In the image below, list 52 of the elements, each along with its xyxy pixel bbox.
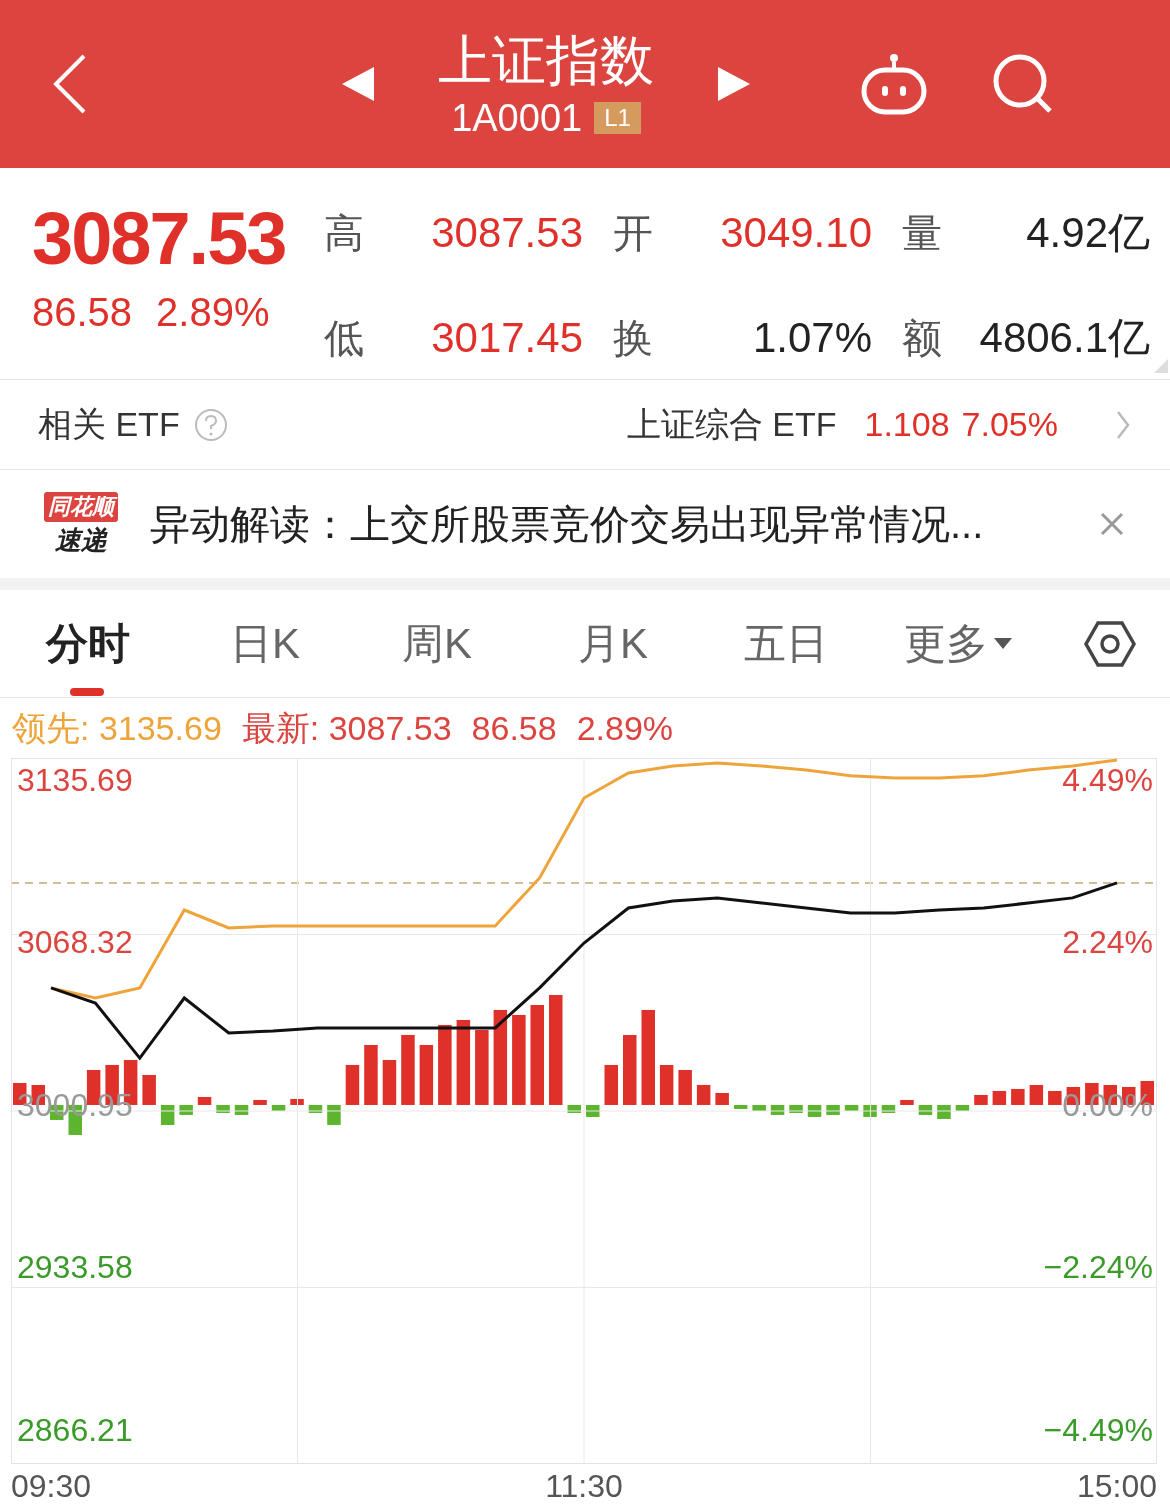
- etf-name[interactable]: 上证综合 ETF: [626, 399, 837, 450]
- stat-label: 开: [613, 209, 654, 257]
- y-axis-label: 3135.69: [17, 760, 133, 800]
- news-headline[interactable]: 异动解读：上交所股票竞价交易出现异常情况...: [150, 494, 984, 554]
- chart-tab[interactable]: 日K: [230, 589, 402, 698]
- stat-value: 3049.10: [720, 207, 872, 258]
- stat-label: 换: [613, 315, 654, 363]
- etf-label: 相关 ETF: [38, 404, 180, 445]
- etf-price: 1.108: [864, 404, 950, 445]
- stock-code: 1A0001: [451, 96, 583, 140]
- stat-value: 4.92亿: [1026, 207, 1150, 258]
- logo-text: 同花顺: [44, 492, 118, 522]
- stat-value: 3087.53: [431, 207, 583, 258]
- chart-tab[interactable]: 更多: [904, 589, 1034, 698]
- logo-text: 速递: [55, 524, 107, 556]
- time-axis-label: 09:30: [10, 1467, 92, 1506]
- price-change: 86.58: [32, 289, 133, 336]
- y-axis-label: 2933.58: [17, 1248, 133, 1288]
- chart-tab[interactable]: 分时: [46, 589, 230, 698]
- next-icon[interactable]: [716, 65, 752, 103]
- y-axis-label: 2866.21: [17, 1410, 133, 1450]
- previous-icon[interactable]: [340, 65, 376, 103]
- close-icon[interactable]: [1100, 512, 1124, 536]
- caret-icon: [994, 637, 1012, 650]
- chart-tab[interactable]: 五日: [744, 589, 904, 698]
- stat-value: 1.07%: [752, 313, 872, 364]
- page-title: 上证指数: [438, 29, 654, 92]
- level-badge: L1: [594, 102, 641, 134]
- chart-tab[interactable]: 周K: [402, 589, 578, 698]
- stat-label: 低: [324, 315, 365, 363]
- lead-value: 领先: 3135.69: [12, 707, 222, 749]
- y-axis-label: 3068.32: [17, 923, 133, 963]
- percent-axis-label: −2.24%: [1043, 1248, 1153, 1288]
- corner-icon: [1154, 359, 1168, 373]
- stat-label: 高: [324, 209, 365, 257]
- current-price: 3087.53: [32, 196, 286, 282]
- percent-change: 2.89%: [576, 707, 674, 749]
- stat-label: 量: [902, 209, 943, 257]
- percent-axis-label: 2.24%: [1062, 923, 1153, 963]
- percent-axis-label: −4.49%: [1043, 1410, 1153, 1450]
- etf-change: 7.05%: [961, 404, 1058, 445]
- search-icon[interactable]: [992, 53, 1054, 115]
- time-axis-label: 11:30: [545, 1467, 623, 1506]
- percent-change: 2.89%: [156, 289, 270, 336]
- percent-axis-label: 4.49%: [1062, 760, 1153, 800]
- time-axis-label: 15:00: [1076, 1467, 1158, 1506]
- settings-icon[interactable]: [1084, 619, 1136, 668]
- stat-value: 4806.1亿: [979, 313, 1150, 364]
- last-value: 最新: 3087.53: [241, 707, 452, 749]
- stat-value: 3017.45: [431, 313, 583, 364]
- chart-tab[interactable]: 月K: [578, 589, 744, 698]
- price-change: 86.58: [471, 707, 557, 749]
